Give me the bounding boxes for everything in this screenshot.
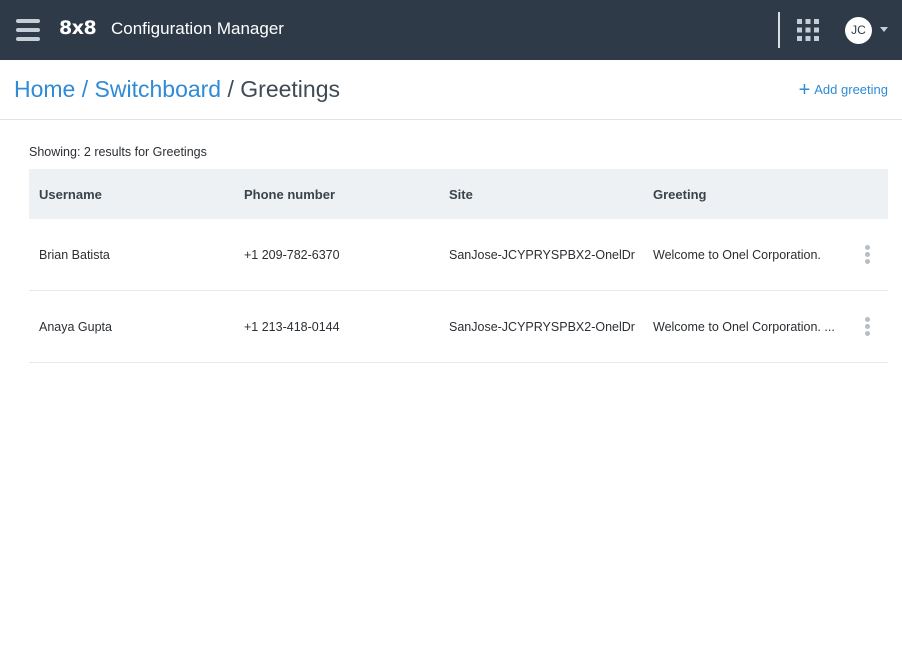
add-greeting-label: Add greeting — [814, 82, 888, 97]
topbar-divider — [778, 12, 780, 48]
breadcrumb-separator: / — [81, 76, 95, 102]
hamburger-menu-icon[interactable] — [16, 19, 40, 41]
greetings-table: Username Phone number Site Greeting Bria… — [29, 169, 888, 363]
kebab-menu-icon[interactable] — [862, 245, 872, 265]
cell-greeting: Welcome to Onel Corporation. — [653, 247, 821, 262]
table-header: Username Phone number Site Greeting — [29, 169, 888, 219]
table-row[interactable]: Anaya Gupta +1 213-418-0144 SanJose-JCYP… — [29, 291, 888, 363]
breadcrumb-separator: / — [227, 76, 241, 102]
breadcrumb: Home / Switchboard / Greetings — [14, 76, 340, 103]
top-bar: 8x8 Configuration Manager JC — [0, 0, 902, 60]
app-title: Configuration Manager — [111, 19, 284, 38]
cell-phone: +1 213-418-0144 — [244, 319, 340, 334]
cell-greeting: Welcome to Onel Corporation. ... — [653, 319, 835, 334]
column-header-site[interactable]: Site — [449, 187, 637, 202]
column-header-phone[interactable]: Phone number — [244, 187, 439, 202]
cell-site: SanJose-JCYPRYSPBX2-OnelDr — [449, 319, 635, 334]
page-header: Home / Switchboard / Greetings + Add gree… — [0, 60, 902, 120]
breadcrumb-home-link[interactable]: Home — [14, 76, 75, 102]
results-count: Showing: 2 results for Greetings — [29, 145, 207, 159]
cell-phone: +1 209-782-6370 — [244, 247, 340, 262]
table-row[interactable]: Brian Batista +1 209-782-6370 SanJose-JC… — [29, 219, 888, 291]
breadcrumb-switchboard-link[interactable]: Switchboard — [95, 76, 222, 102]
breadcrumb-current-page: Greetings — [240, 76, 340, 102]
column-header-greeting[interactable]: Greeting — [653, 187, 842, 202]
caret-down-icon[interactable] — [880, 27, 888, 32]
cell-username: Anaya Gupta — [39, 319, 112, 334]
user-avatar[interactable]: JC — [845, 17, 872, 44]
cell-site: SanJose-JCYPRYSPBX2-OnelDr — [449, 247, 635, 262]
column-header-username[interactable]: Username — [39, 187, 234, 202]
add-greeting-button[interactable]: + Add greeting — [799, 80, 888, 100]
kebab-menu-icon[interactable] — [862, 317, 872, 337]
plus-icon: + — [798, 79, 811, 101]
brand-logo[interactable]: 8x8 — [59, 17, 97, 39]
cell-username: Brian Batista — [39, 247, 110, 262]
apps-grid-icon[interactable] — [797, 19, 819, 41]
